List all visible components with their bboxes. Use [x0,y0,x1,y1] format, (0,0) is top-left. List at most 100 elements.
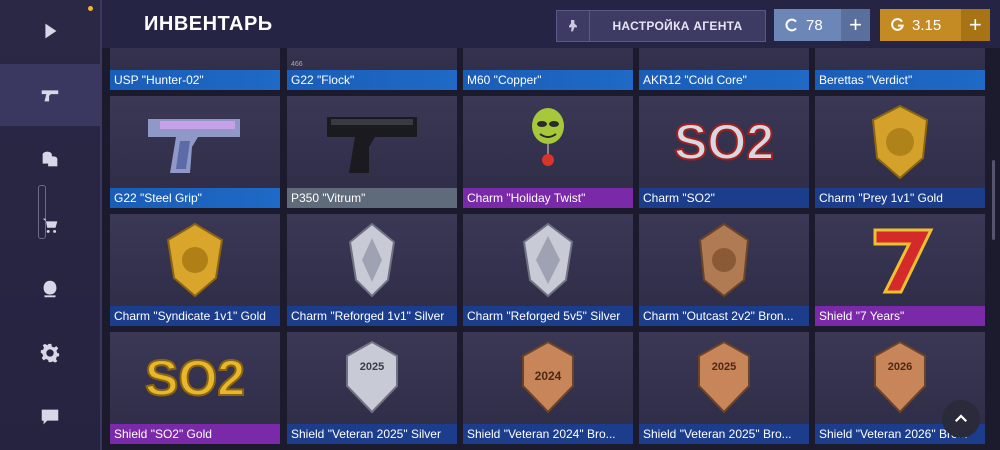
item-art: 466 [287,48,457,70]
veteran-bronze-shield-art: 2025 [698,340,750,414]
gold-icon [891,18,904,31]
inventory-item-card[interactable]: 2025 Shield "Veteran 2025" Silver [287,332,457,444]
item-art [463,214,633,306]
seven-years-art [873,228,934,294]
item-art: SO2 [110,332,280,424]
item-label: Shield "Veteran 2024" Bro... [463,424,633,444]
item-label: Charm "Holiday Twist" [463,188,633,208]
inventory-item-card[interactable]: 466 G22 "Flock" [287,48,457,90]
year-text: 2025 [360,361,384,373]
currency-g-value-box: 3.15 [880,9,961,41]
item-label: Shield "SO2" Gold [110,424,280,444]
inventory-item-card[interactable]: AKR12 "Cold Core" [639,48,809,90]
currency-c-value-box: 78 [774,9,842,41]
sidebar [0,0,102,450]
item-label: Shield "Veteran 2025" Bro... [639,424,809,444]
inventory-item-card[interactable]: SO2 Charm "SO2" [639,96,809,208]
bronze-badge-art [698,222,750,298]
item-art [287,96,457,188]
item-art [463,48,633,70]
item-art: SO2 [639,96,809,188]
item-label: Berettas "Verdict" [815,70,985,90]
item-art: 2025 [287,332,457,424]
add-currency-c-button[interactable]: + [841,9,870,41]
chat-icon [41,409,59,425]
item-label: AKR12 "Cold Core" [639,70,809,90]
currency-g-widget: 3.15 + [880,9,990,41]
inventory-item-card[interactable]: G22 "Steel Grip" [110,96,280,208]
silver-badge-art [348,222,396,298]
item-art [815,48,985,70]
play-icon [45,23,57,39]
inventory-item-card[interactable]: Shield "7 Years" [815,214,985,326]
gold-badge-art [871,104,929,180]
inventory-item-card[interactable]: Charm "Reforged 5v5" Silver [463,214,633,326]
add-currency-g-button[interactable]: + [960,9,990,41]
item-art: 2024 [463,332,633,424]
item-label: P350 "Vitrum" [287,188,457,208]
inventory-item-card[interactable]: 2025 Shield "Veteran 2025" Bro... [639,332,809,444]
item-label: Charm "SO2" [639,188,809,208]
inventory-item-card[interactable]: Charm "Reforged 1v1" Silver [287,214,457,326]
inventory-item-card[interactable]: P350 "Vitrum" [287,96,457,208]
veteran-bronze-shield-art: 2024 [522,340,574,414]
item-art [639,214,809,306]
item-label: Charm "Syndicate 1v1" Gold [110,306,280,326]
sidebar-item-chat[interactable] [0,386,100,448]
sidebar-item-weapons[interactable] [0,64,100,126]
grid-scrollbar[interactable] [992,160,995,240]
so2-logo-art: SO2 [673,113,775,171]
inventory-item-card[interactable]: SO2 Shield "SO2" Gold [110,332,280,444]
sidebar-item-play[interactable] [0,0,100,62]
sidebar-item-settings[interactable] [0,322,100,384]
inventory-item-card[interactable]: Berettas "Verdict" [815,48,985,90]
cart-icon [42,218,58,233]
item-label: M60 "Copper" [463,70,633,90]
scroll-to-top-button[interactable] [942,400,980,438]
pistol-skin-art [327,117,417,173]
sidebar-item-coins[interactable] [0,128,100,190]
so2-text: SO2 [674,114,774,170]
agent-icon [569,20,577,32]
item-label: USP "Hunter-02" [110,70,280,90]
item-label: Shield "Veteran 2025" Silver [287,424,457,444]
coins-icon [42,151,58,167]
item-art [639,48,809,70]
inventory-item-card[interactable]: Charm "Holiday Twist" [463,96,633,208]
so2-text: SO2 [145,350,245,406]
sidebar-item-shop[interactable] [0,194,100,256]
so2-gold-logo-art: SO2 [144,349,246,407]
item-art-text: 466 [291,61,303,68]
pistol-icon [41,90,59,102]
inventory-item-card[interactable]: Charm "Outcast 2v2" Bron... [639,214,809,326]
veteran-silver-shield-art: 2025 [346,340,398,414]
item-label: G22 "Flock" [287,70,457,90]
veteran-bronze-shield-art: 2026 [874,340,926,414]
gear-icon [40,343,60,363]
currency-g-value: 3.15 [912,16,942,34]
item-label: Charm "Prey 1v1" Gold [815,188,985,208]
item-label: G22 "Steel Grip" [110,188,280,208]
item-label: Charm "Outcast 2v2" Bron... [639,306,809,326]
item-art [110,48,280,70]
year-text: 2024 [535,369,562,383]
inventory-item-card[interactable]: M60 "Copper" [463,48,633,90]
agent-settings-label: НАСТРОЙКА АГЕНТА [612,19,743,33]
pistol-skin-art [148,119,240,173]
year-text: 2025 [712,361,736,373]
agent-settings-button[interactable]: НАСТРОЙКА АГЕНТА [556,10,766,42]
currency-c-value: 78 [806,16,823,34]
inventory-item-card[interactable]: 2024 Shield "Veteran 2024" Bro... [463,332,633,444]
inventory-item-card[interactable]: Charm "Prey 1v1" Gold [815,96,985,208]
inventory-item-card[interactable]: Charm "Syndicate 1v1" Gold [110,214,280,326]
item-art [463,96,633,188]
year-text: 2026 [888,361,912,373]
sidebar-item-agent[interactable] [0,258,100,320]
silver-badge-art [522,222,574,298]
chevron-up-icon [954,414,968,423]
item-art [815,214,985,306]
inventory-item-card[interactable]: USP "Hunter-02" [110,48,280,90]
gold-badge-art [166,222,224,298]
item-art: 2025 [639,332,809,424]
credit-icon [785,18,797,32]
